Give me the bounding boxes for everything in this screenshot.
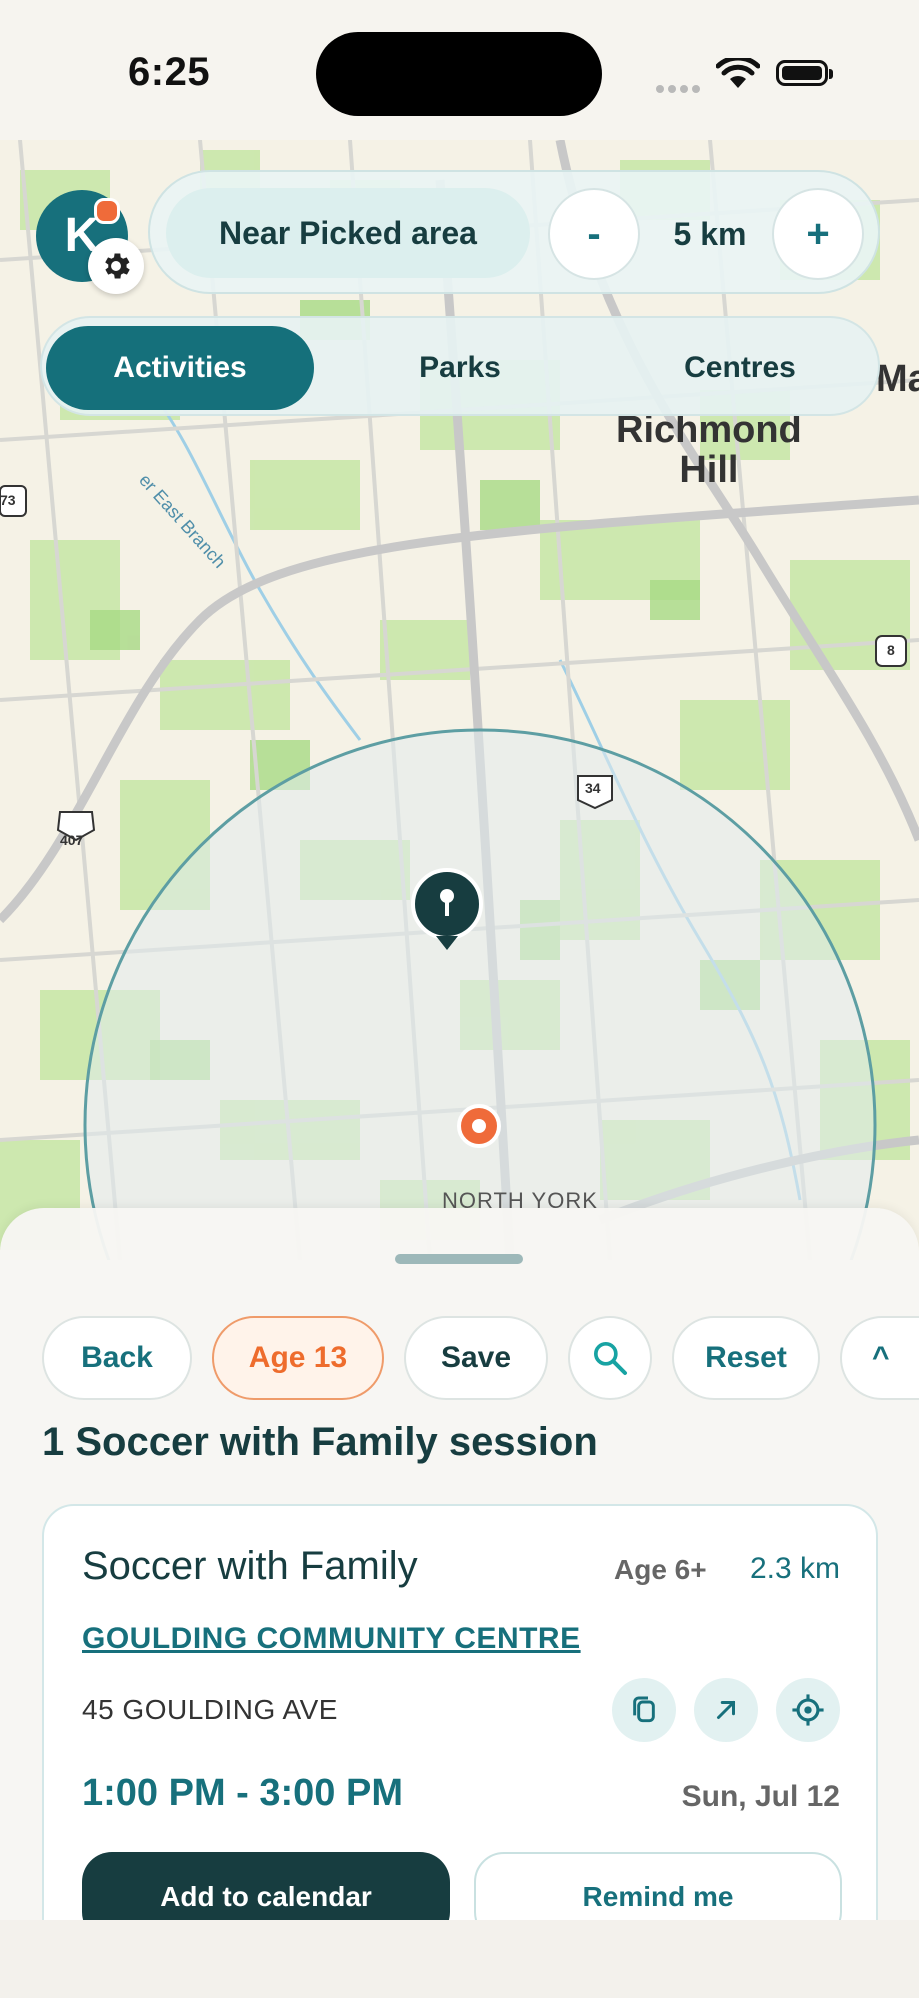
tab-parks[interactable]: Parks xyxy=(326,326,594,410)
collapse-button[interactable]: ^ xyxy=(840,1316,919,1400)
back-button[interactable]: Back xyxy=(42,1316,192,1400)
map-label-ma: Ma xyxy=(876,358,919,400)
location-filter-button[interactable]: Near Picked area xyxy=(166,188,530,278)
activity-distance: 2.3 km xyxy=(749,1552,840,1585)
search-icon xyxy=(594,1342,627,1375)
remind-me-button[interactable]: Remind me xyxy=(474,1852,842,1920)
activity-time: 1:00 PM - 3:00 PM xyxy=(82,1772,403,1814)
increase-distance-button[interactable]: + xyxy=(772,188,864,280)
dynamic-island xyxy=(316,32,602,116)
map-label-richmond-hill: Richmond Hill xyxy=(616,409,802,491)
highway-34-label: 34 xyxy=(585,780,601,796)
tab-activities[interactable]: Activities xyxy=(46,326,314,410)
location-distance-bar: Near Picked area - 5 km + xyxy=(148,170,880,294)
distance-value: 5 km xyxy=(673,215,747,252)
map-canvas xyxy=(0,140,919,1260)
map-view[interactable]: Richmond Hill er East Branch NORTH YORK … xyxy=(0,140,919,1260)
search-button[interactable] xyxy=(568,1316,652,1400)
activity-title: Soccer with Family xyxy=(82,1544,418,1588)
copy-address-button[interactable] xyxy=(612,1678,676,1742)
status-bar: 6:25 xyxy=(0,0,919,140)
highway-8-label: 8 xyxy=(887,642,895,658)
crosshair-icon xyxy=(792,1694,824,1726)
reset-button[interactable]: Reset xyxy=(672,1316,820,1400)
settings-button[interactable] xyxy=(88,238,144,294)
status-time: 6:25 xyxy=(128,50,211,94)
age-filter-chip[interactable]: Age 13 xyxy=(212,1316,384,1400)
save-button[interactable]: Save xyxy=(404,1316,548,1400)
gear-icon xyxy=(105,253,130,279)
highway-407-label: 407 xyxy=(60,832,84,848)
centre-link[interactable]: GOULDING COMMUNITY CENTRE xyxy=(82,1622,581,1656)
locate-on-map-button[interactable] xyxy=(776,1678,840,1742)
sheet-grabber[interactable] xyxy=(395,1254,523,1264)
arrow-up-right-icon xyxy=(717,1701,735,1719)
copy-icon xyxy=(633,1696,655,1723)
cellular-signal-icon xyxy=(656,80,704,98)
activity-age: Age 6+ xyxy=(614,1554,707,1585)
category-tabs: Activities Parks Centres xyxy=(40,316,880,416)
activity-date: Sun, Jul 12 xyxy=(681,1780,840,1813)
battery-icon xyxy=(776,60,833,86)
decrease-distance-button[interactable]: - xyxy=(548,188,640,280)
wifi-icon xyxy=(716,58,760,88)
activity-card[interactable]: Soccer with Family Age 6+ 2.3 km GOULDIN… xyxy=(42,1504,878,1920)
results-title: 1 Soccer with Family session xyxy=(42,1420,598,1464)
highway-73-label: 73 xyxy=(0,492,16,508)
notification-dot xyxy=(94,198,120,224)
add-to-calendar-button[interactable]: Add to calendar xyxy=(82,1852,450,1920)
results-sheet: Back Age 13 Save Reset ^ 1 Soccer with F… xyxy=(0,1208,919,1920)
centre-address: 45 GOULDING AVE xyxy=(82,1694,338,1725)
tab-centres[interactable]: Centres xyxy=(606,326,874,410)
directions-button[interactable] xyxy=(694,1678,758,1742)
bottom-safe-area xyxy=(0,1920,919,1998)
